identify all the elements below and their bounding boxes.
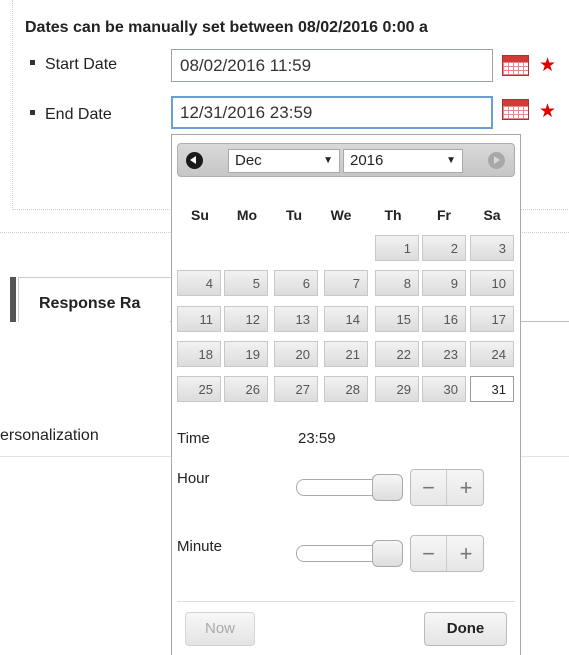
weekday-header: Su (191, 207, 209, 223)
dropdown-arrow-icon: ▼ (446, 155, 456, 166)
weekday-header: We (330, 207, 352, 223)
hour-stepper: − + (410, 469, 484, 506)
prev-month-icon[interactable] (186, 152, 203, 169)
calendar-day[interactable]: 22 (375, 341, 419, 367)
weekday-header: Sa (483, 207, 501, 223)
calendar-day[interactable]: 25 (177, 376, 221, 402)
bullet (30, 110, 35, 116)
weekday-header: Tu (285, 207, 303, 223)
calendar-day[interactable]: 27 (274, 376, 318, 402)
calendar-day[interactable]: 5 (224, 270, 268, 296)
calendar-day[interactable]: 6 (274, 270, 318, 296)
hour-slider-handle[interactable] (372, 474, 403, 501)
month-select[interactable]: Dec ▼ (228, 149, 340, 173)
footer-divider (177, 601, 515, 602)
time-label: Time (177, 430, 210, 447)
calendar-day[interactable]: 4 (177, 270, 221, 296)
end-date-label: End Date (30, 106, 112, 124)
calendar-day[interactable]: 13 (274, 306, 318, 332)
calendar-day[interactable]: 20 (274, 341, 318, 367)
next-month-icon[interactable] (488, 152, 505, 169)
calendar-day[interactable]: 1 (375, 235, 419, 261)
personalization-label: ersonalization (0, 427, 99, 444)
weekday-header: Th (384, 207, 402, 223)
calendar-day[interactable]: 30 (422, 376, 466, 402)
required-star-icon: ★ (539, 101, 557, 122)
minute-stepper: − + (410, 535, 484, 572)
bullet (30, 60, 35, 66)
hour-label: Hour (177, 470, 210, 487)
calendar-day[interactable]: 28 (324, 376, 368, 402)
hour-increment-button[interactable]: + (448, 470, 484, 505)
hour-decrement-button[interactable]: − (411, 470, 447, 505)
calendar-day[interactable]: 3 (470, 235, 514, 261)
required-star-icon: ★ (539, 55, 557, 76)
calendar-day[interactable]: 8 (375, 270, 419, 296)
time-value: 23:59 (298, 430, 336, 447)
calendar-day[interactable]: 21 (324, 341, 368, 367)
datepicker-popup: Dec ▼ 2016 ▼ Su Mo Tu We Th Fr Sa 1 2 3 4 5 6 7 8 9 10 11 12… (171, 134, 521, 655)
minute-decrement-button[interactable]: − (411, 536, 447, 571)
date-range-note: Dates can be manually set between 08/02/… (25, 19, 428, 36)
calendar-day[interactable]: 14 (324, 306, 368, 332)
calendar-day[interactable]: 19 (224, 341, 268, 367)
calendar-day[interactable]: 15 (375, 306, 419, 332)
weekday-header: Fr (437, 207, 451, 223)
calendar-day[interactable]: 11 (177, 306, 221, 332)
minute-slider-handle[interactable] (372, 540, 403, 567)
calendar-day[interactable]: 18 (177, 341, 221, 367)
calendar-day[interactable]: 10 (470, 270, 514, 296)
end-date-input[interactable] (171, 96, 493, 129)
calendar-day[interactable]: 7 (324, 270, 368, 296)
datepicker-header: Dec ▼ 2016 ▼ (177, 143, 515, 177)
start-date-label: Start Date (30, 56, 117, 74)
tab-response-rate[interactable]: Response Ra (18, 277, 178, 322)
year-select[interactable]: 2016 ▼ (343, 149, 463, 173)
calendar-day[interactable]: 17 (470, 306, 514, 332)
calendar-day[interactable]: 23 (422, 341, 466, 367)
now-button[interactable]: Now (185, 612, 255, 646)
calendar-day[interactable]: 9 (422, 270, 466, 296)
calendar-day[interactable]: 2 (422, 235, 466, 261)
calendar-day[interactable]: 16 (422, 306, 466, 332)
dropdown-arrow-icon: ▼ (323, 155, 333, 166)
calendar-icon[interactable] (502, 55, 529, 76)
minute-label: Minute (177, 538, 223, 555)
calendar-icon[interactable] (502, 99, 529, 120)
calendar-day[interactable]: 29 (375, 376, 419, 402)
calendar-day[interactable]: 12 (224, 306, 268, 332)
calendar-day[interactable]: 24 (470, 341, 514, 367)
calendar-day[interactable]: 31 (470, 376, 514, 402)
done-button[interactable]: Done (424, 612, 507, 646)
minute-increment-button[interactable]: + (448, 536, 484, 571)
start-date-input[interactable] (171, 49, 493, 82)
tab-indicator (10, 277, 16, 322)
weekday-header: Mo (236, 207, 258, 223)
calendar-day[interactable]: 26 (224, 376, 268, 402)
